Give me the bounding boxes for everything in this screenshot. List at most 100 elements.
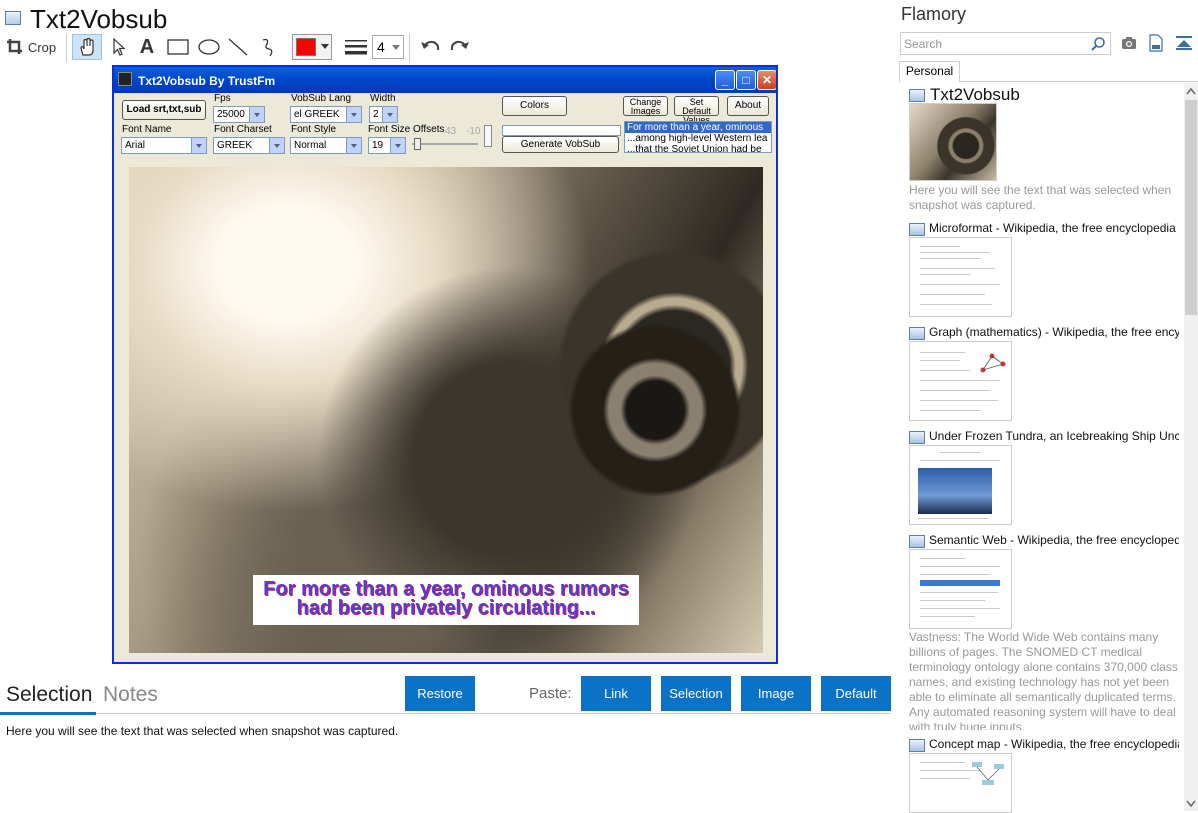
restore-button[interactable]: Restore <box>405 676 475 711</box>
snapshot-slider-thumb <box>414 138 421 150</box>
freehand-icon <box>262 38 273 57</box>
list-item-title[interactable]: Graph (mathematics) - Wikipedia, the fre… <box>929 325 1179 339</box>
text-icon: A <box>139 35 155 58</box>
list-item-description: Here you will see the text that was sele… <box>909 183 1172 212</box>
line-width-icon <box>345 40 367 55</box>
snapshot-list-item: ...among high-level Western lea <box>627 133 768 144</box>
list-item-title[interactable]: Under Frozen Tundra, an Icebreaking Ship… <box>929 429 1179 443</box>
snapshot-thumbnail[interactable] <box>909 103 997 181</box>
snapshot-lang-combo: el GREEK <box>290 106 362 123</box>
document-icon[interactable] <box>1149 34 1163 52</box>
snapshot-fps-label: Fps <box>214 93 231 104</box>
snapshot-font-charset-value: GREEK <box>217 140 253 151</box>
snapshot-lang-value: el GREEK <box>294 109 340 120</box>
tab-divider <box>96 713 891 714</box>
list-item-title[interactable]: Semantic Web - Wikipedia, the free encyc… <box>929 533 1179 547</box>
page-icon <box>909 535 925 548</box>
snapshot-thumbnail[interactable] <box>909 341 1012 421</box>
search-icon[interactable] <box>1090 36 1106 52</box>
hand-icon <box>80 37 94 56</box>
toolbar-divider <box>409 34 410 62</box>
snapshot-subtitle-list: For more than a year, ominous ...among h… <box>624 121 772 153</box>
snapshot-list-item-selected: For more than a year, ominous <box>625 122 771 133</box>
undo-icon <box>421 40 440 51</box>
search-input[interactable]: Search <box>900 32 1111 55</box>
page-icon <box>909 89 925 102</box>
app-icon <box>118 72 132 86</box>
snapshot-progress-bar <box>502 125 621 136</box>
highlight-bar <box>920 580 1000 586</box>
snapshot-set-default-button: Set Default Values <box>674 96 719 125</box>
line-icon <box>228 38 248 56</box>
snapshot-width-combo: 2 <box>369 106 398 123</box>
paste-image-button[interactable]: Image <box>741 676 811 711</box>
ellipse-tool-button[interactable] <box>194 34 224 60</box>
scroll-down-icon[interactable] <box>1186 800 1196 808</box>
sidebar-title: Flamory <box>901 4 967 24</box>
snapshot-caption-line: had been privately circulating... <box>296 597 596 619</box>
color-picker-button[interactable] <box>292 34 332 60</box>
snapshot-offsets-label: Offsets <box>413 124 445 135</box>
chevron-down-icon <box>390 138 405 153</box>
select-tool-button[interactable] <box>106 34 132 60</box>
rectangle-tool-button[interactable] <box>162 34 194 60</box>
chevron-down-icon <box>249 107 264 122</box>
pan-tool-button[interactable] <box>72 34 102 60</box>
crop-icon <box>6 39 22 54</box>
paste-default-button[interactable]: Default <box>821 676 891 711</box>
chevron-down-icon <box>191 138 206 153</box>
concept-map-thumbnail-icon <box>972 762 1004 785</box>
active-tab-indicator <box>0 712 96 715</box>
close-icon: ✕ <box>757 70 776 90</box>
snapshot-font-charset-combo: GREEK <box>213 137 285 154</box>
graph-thumbnail-icon <box>980 353 1006 373</box>
snapshot-thumbnail[interactable] <box>909 753 1012 813</box>
snapshot-list-item: ...that the Soviet Union had be <box>627 144 762 153</box>
redo-button[interactable] <box>446 34 474 60</box>
collapse-icon[interactable] <box>1175 35 1193 51</box>
page-icon <box>5 11 21 25</box>
snapshot-thumbnail[interactable] <box>909 549 1012 629</box>
tab-notes[interactable]: Notes <box>103 683 158 707</box>
snapshot-load-button: Load srt,txt,sub <box>122 100 206 120</box>
scroll-up-icon[interactable] <box>1186 87 1196 95</box>
snapshot-offset-slider <box>412 143 478 145</box>
line-width-select[interactable]: 4 <box>372 35 404 59</box>
snapshot-generate-button: Generate VobSub <box>502 136 619 153</box>
page-icon <box>909 223 925 236</box>
snapshot-thumbnail[interactable] <box>909 237 1012 317</box>
snapshot-lang-label: VobSub Lang <box>291 93 352 104</box>
ellipse-icon <box>198 39 220 55</box>
snapshot-font-size-value: 19 <box>372 140 384 151</box>
scrollbar-thumb[interactable] <box>1185 100 1197 315</box>
search-placeholder: Search <box>904 37 943 51</box>
snapshot-fps-value: 25000 <box>217 109 245 120</box>
list-item-title[interactable]: Txt2Vobsub <box>930 85 1180 105</box>
undo-button[interactable] <box>416 34 444 60</box>
paste-link-button[interactable]: Link <box>581 676 651 711</box>
tab-selection[interactable]: Selection <box>6 683 92 707</box>
page-icon <box>909 327 925 340</box>
tab-personal[interactable]: Personal <box>899 61 960 82</box>
text-tool-button[interactable]: A <box>134 34 160 60</box>
line-width-button[interactable] <box>342 34 370 60</box>
color-swatch <box>296 38 316 56</box>
list-item-title[interactable]: Microformat - Wikipedia, the free encycl… <box>929 221 1179 235</box>
crop-button[interactable]: Crop <box>4 34 58 60</box>
snapshot-fps-combo: 25000 <box>213 106 265 123</box>
line-tool-button[interactable] <box>224 34 252 60</box>
page-icon <box>909 431 925 444</box>
snapshot-image: Txt2Vobsub By TrustFm _ □ ✕ Load srt,txt… <box>112 65 778 664</box>
snapshot-preview-artwork: For more than a year, ominous rumors had… <box>129 167 763 653</box>
freehand-tool-button[interactable] <box>254 34 282 60</box>
selection-text[interactable]: Here you will see the text that was sele… <box>6 724 398 738</box>
chevron-down-icon <box>382 107 397 122</box>
snapshot-subtitle-caption: For more than a year, ominous rumors had… <box>253 575 639 625</box>
snapshot-font-name-value: Arial <box>125 140 146 151</box>
snapshot-font-name-label: Font Name <box>122 124 172 135</box>
paste-selection-button[interactable]: Selection <box>661 676 731 711</box>
camera-icon[interactable] <box>1121 36 1137 50</box>
list-item-title[interactable]: Concept map - Wikipedia, the free encycl… <box>929 737 1179 751</box>
crop-label: Crop <box>27 39 57 55</box>
snapshot-thumbnail[interactable] <box>909 445 1012 525</box>
